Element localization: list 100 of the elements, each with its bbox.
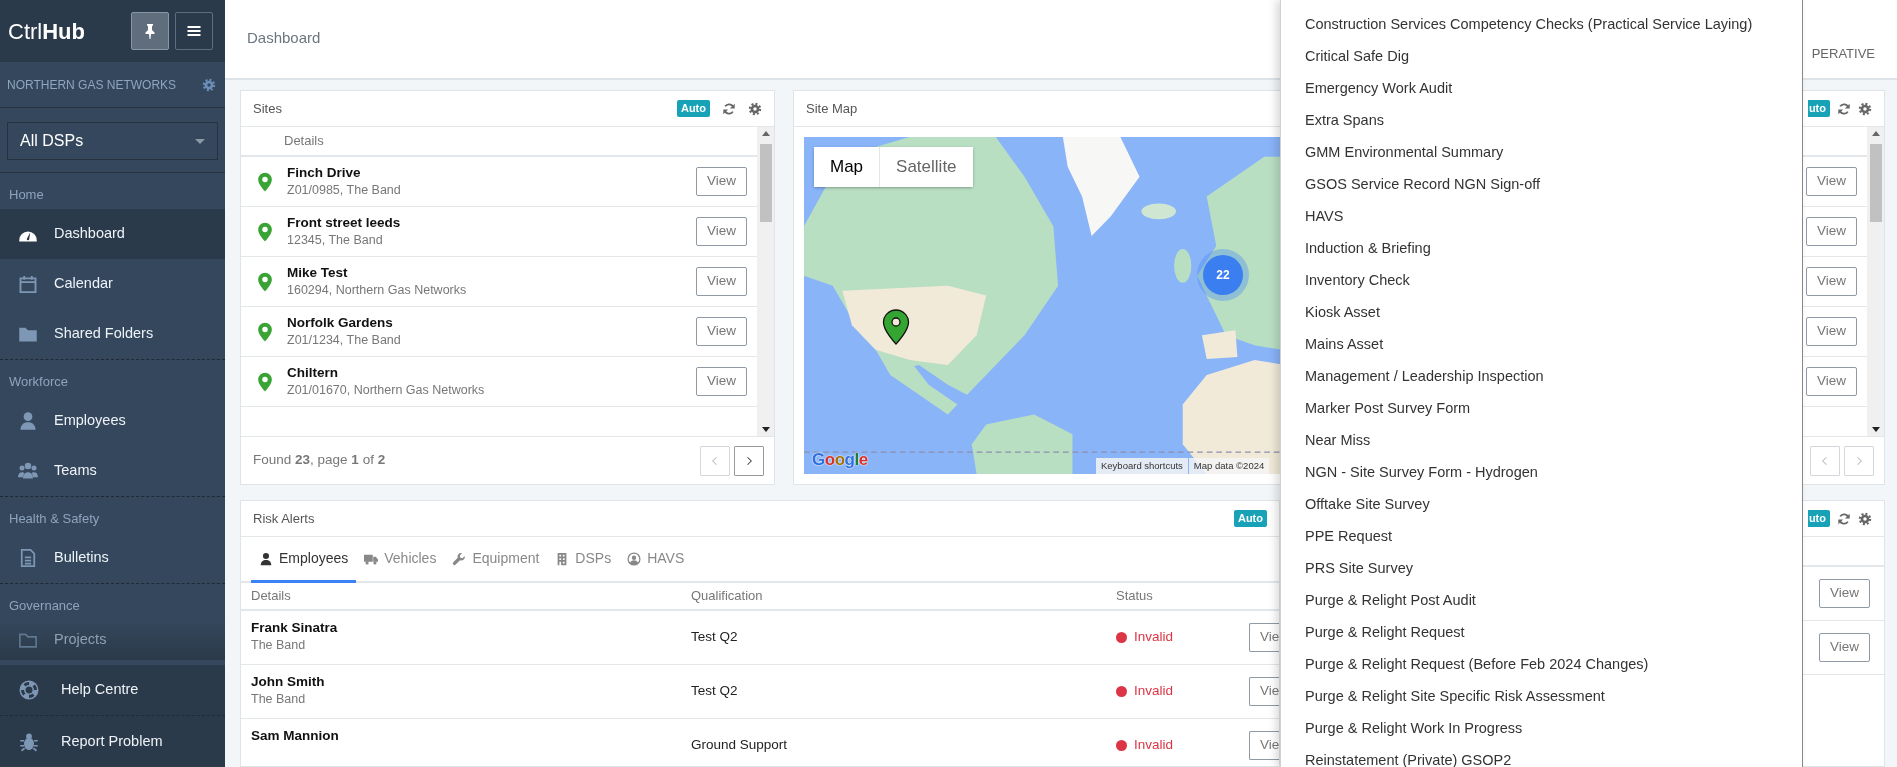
page-title: Dashboard: [247, 28, 321, 48]
column-header: Details: [251, 587, 292, 606]
nav-item[interactable]: Calendar: [0, 259, 225, 309]
status-dot: [1116, 740, 1127, 751]
scrollbar[interactable]: [757, 127, 774, 436]
nav-item[interactable]: Report Problem: [0, 715, 225, 767]
section-label: Governance: [8, 597, 81, 615]
menu-item[interactable]: Management / Leadership Inspection: [1281, 361, 1802, 393]
menu-item[interactable]: Purge & Relight Site Specific Risk Assessment: [1281, 681, 1802, 713]
view-button[interactable]: View: [1805, 317, 1857, 346]
menu-item[interactable]: Offtake Site Survey: [1281, 489, 1802, 521]
next-page-button[interactable]: [734, 445, 764, 476]
pin-button[interactable]: [131, 12, 169, 50]
nav-item[interactable]: Shared Folders: [0, 309, 225, 359]
qualification-text: Test Q2: [691, 682, 739, 701]
site-detail: Z01/0985, The Band: [287, 181, 402, 199]
menu-item[interactable]: Purge & Relight Work In Progress: [1281, 713, 1802, 745]
tab[interactable]: DSPs: [547, 548, 620, 583]
menu-item[interactable]: Kiosk Asset: [1281, 297, 1802, 329]
menu-item[interactable]: Purge & Relight Request (Before Feb 2024 Changes): [1281, 649, 1802, 681]
tab[interactable]: Equipment: [444, 548, 548, 583]
menu-item[interactable]: GMM Environmental Summary: [1281, 137, 1802, 169]
user-icon: [18, 411, 38, 431]
menu-item[interactable]: Mains Asset: [1281, 329, 1802, 361]
caret-down-icon: [195, 138, 205, 144]
view-button[interactable]: View: [1805, 367, 1857, 396]
menu-item[interactable]: Purge & Relight Post Audit: [1281, 585, 1802, 617]
wrench-icon: [452, 551, 467, 566]
menu-item[interactable]: Induction & Briefing: [1281, 233, 1802, 265]
view-button[interactable]: View: [1818, 579, 1870, 608]
tab[interactable]: Employees: [251, 548, 357, 583]
organization-name: NORTHERN GAS NETWORKS: [7, 76, 177, 94]
map-pin-icon: [255, 271, 275, 292]
auto-badge: uto: [1807, 100, 1830, 117]
dsp-select[interactable]: All DSPs: [7, 122, 218, 160]
map-pin-icon: [255, 321, 275, 342]
auto-badge: Auto: [676, 100, 710, 117]
settings-icon: [202, 77, 216, 92]
view-button[interactable]: View: [695, 217, 747, 246]
view-button[interactable]: View: [1805, 267, 1857, 296]
menu-item[interactable]: GSOS Service Record NGN Sign-off: [1281, 169, 1802, 201]
nav-item[interactable]: Employees: [0, 396, 225, 446]
view-button[interactable]: View: [1818, 633, 1870, 662]
menu-item[interactable]: NGN - Site Survey Form - Hydrogen: [1281, 457, 1802, 489]
auto-badge: uto: [1807, 510, 1830, 527]
map-type-tab[interactable]: Map: [814, 147, 880, 187]
menu-item[interactable]: Emergency Work Audit: [1281, 73, 1802, 105]
cluster-marker[interactable]: 22: [1197, 249, 1249, 301]
calendar-icon: [18, 274, 38, 294]
status-dot: [1116, 632, 1127, 643]
view-button[interactable]: View: [1805, 217, 1857, 246]
logo-text: CtrlHub: [8, 17, 85, 46]
document-icon: [18, 548, 38, 568]
menu-item[interactable]: Construction Services Competency Checks (Practical Service Laying): [1281, 9, 1802, 41]
auto-badge: Auto: [1233, 510, 1267, 527]
view-button[interactable]: View: [1805, 167, 1857, 196]
column-header: Status: [1116, 587, 1154, 606]
pagination-summary: Found 23, page 1 of 2: [253, 451, 386, 470]
user-icon: [259, 551, 273, 566]
menu-item[interactable]: Inventory Check: [1281, 265, 1802, 297]
site-detail: 12345, The Band: [287, 231, 384, 249]
status-dot: [1116, 686, 1127, 697]
menu-item[interactable]: Near Miss: [1281, 425, 1802, 457]
menu-item[interactable]: PRS Site Survey: [1281, 553, 1802, 585]
map-pin-icon[interactable]: [882, 309, 910, 345]
tab[interactable]: HAVS: [619, 548, 693, 583]
view-button[interactable]: Vie: [1249, 731, 1279, 760]
menu-item[interactable]: Purge & Relight Request: [1281, 617, 1802, 649]
site-detail: 160294, Northern Gas Networks: [287, 281, 468, 299]
map-type-tab[interactable]: Satellite: [879, 147, 973, 187]
panel-title: Risk Alerts: [253, 509, 315, 528]
nav-item[interactable]: Help Centre: [0, 665, 225, 715]
site-name: Front street leeds: [287, 213, 402, 232]
employee-detail: The Band: [251, 690, 307, 708]
view-button[interactable]: Vie: [1249, 677, 1279, 706]
view-button[interactable]: View: [695, 317, 747, 346]
scrollbar[interactable]: [1867, 127, 1884, 436]
view-button[interactable]: Vie: [1249, 623, 1279, 652]
nav-item[interactable]: Teams: [0, 446, 225, 496]
tab[interactable]: Vehicles: [356, 548, 445, 583]
view-button[interactable]: View: [695, 167, 747, 196]
menu-item[interactable]: Critical Safe Dig: [1281, 41, 1802, 73]
nav-item[interactable]: Bulletins: [0, 533, 225, 583]
lifebuoy-icon: [19, 680, 39, 700]
column-header: Details: [241, 127, 757, 157]
section-label: Health & Safety: [8, 510, 101, 528]
view-button[interactable]: View: [695, 267, 747, 296]
menu-button[interactable]: [175, 12, 213, 50]
menu-item[interactable]: Extra Spans: [1281, 105, 1802, 137]
menu-item[interactable]: PPE Request: [1281, 521, 1802, 553]
settings-icon: [1858, 101, 1872, 116]
menu-item[interactable]: Marker Post Survey Form: [1281, 393, 1802, 425]
menu-item[interactable]: HAVS: [1281, 201, 1802, 233]
nav-item[interactable]: Dashboard: [0, 209, 225, 259]
status-text: Invalid: [1134, 682, 1174, 701]
qualification-text: Ground Support: [691, 736, 789, 755]
view-button[interactable]: View: [695, 367, 747, 396]
settings-icon: [1858, 511, 1872, 526]
map-pin-icon: [255, 171, 275, 192]
users-icon: [18, 461, 38, 481]
